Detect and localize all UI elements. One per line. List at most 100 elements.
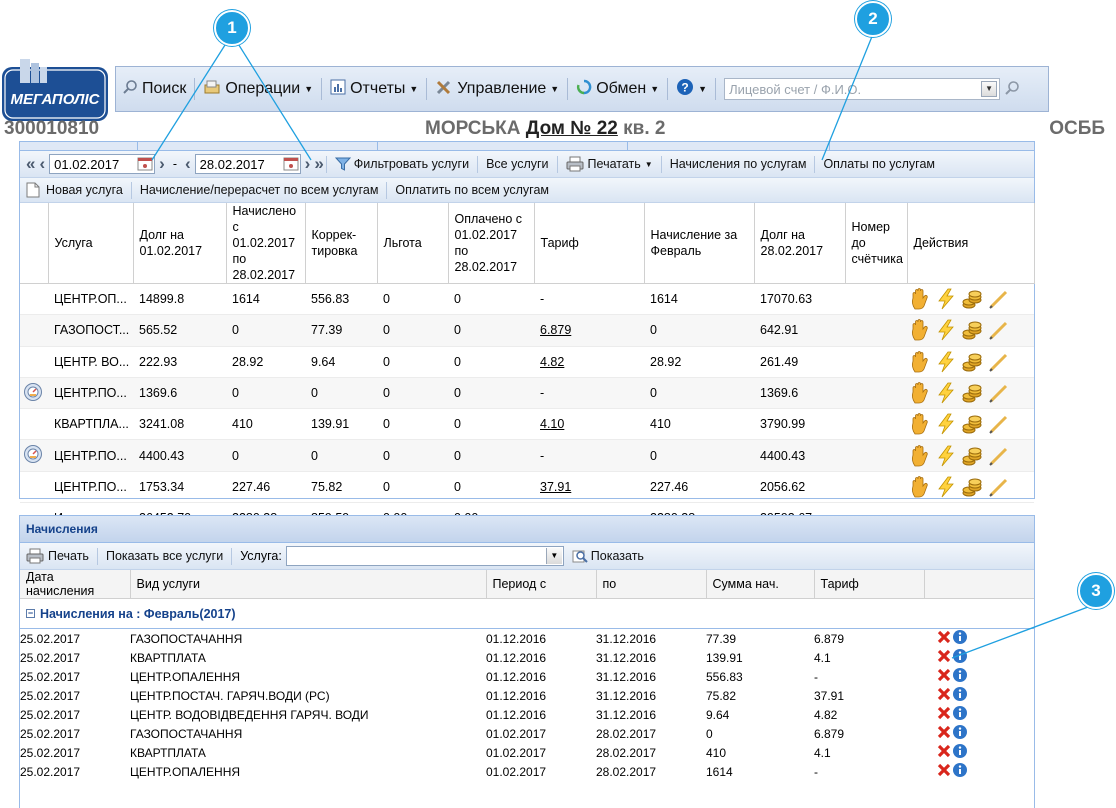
coins-icon[interactable] xyxy=(961,476,983,498)
delete-icon[interactable] xyxy=(936,648,952,667)
service-row[interactable]: ЦЕНТР. ВО... 222.93 28.92 9.64 0 0 4.82 28.92 26… xyxy=(20,346,1034,378)
pencil-icon[interactable] xyxy=(987,351,1009,373)
header-tariff[interactable]: Тариф xyxy=(534,203,645,284)
show-button[interactable]: Показать xyxy=(564,548,652,564)
header-debt-end[interactable]: Долг на 28.02.2017 xyxy=(754,203,846,284)
search-icon[interactable] xyxy=(1004,80,1020,99)
charge-row[interactable]: 25.02.2017 КВАРТПЛАТА 01.12.2016 31.12.2016… xyxy=(20,648,1034,667)
service-row[interactable]: ЦЕНТР.ПО... 1753.34 227.46 75.82 0 0 37.91 227.… xyxy=(20,471,1034,504)
lightning-icon[interactable] xyxy=(935,351,957,373)
header-sum[interactable]: Сумма нач. xyxy=(706,570,815,599)
charge-row[interactable]: 25.02.2017 ЦЕНТР. ВОДОВІДВЕДЕННЯ ГАРЯЧ. В… xyxy=(20,705,1034,724)
next-end-button[interactable]: › xyxy=(303,154,313,174)
all-services-button[interactable]: Все услуги xyxy=(478,157,556,171)
charge-row[interactable]: 25.02.2017 ЦЕНТР.ОПАЛЕННЯ 01.12.2016 31.12.… xyxy=(20,667,1034,686)
menu-management[interactable]: Управление ▼ xyxy=(429,74,565,104)
coins-icon[interactable] xyxy=(961,445,983,467)
cell-tariff[interactable]: 37.91 xyxy=(534,471,644,504)
charge-row[interactable]: 25.02.2017 ЦЕНТР.ОПАЛЕННЯ 01.02.2017 28.02.… xyxy=(20,762,1034,781)
charge-row[interactable]: 25.02.2017 ЦЕНТР.ПОСТАЧ. ГАРЯЧ.ВОДИ (РС) 0… xyxy=(20,686,1034,705)
header-charge-month[interactable]: Начисление за Февраль xyxy=(644,203,755,284)
calendar-icon[interactable] xyxy=(137,156,153,172)
charges-print-button[interactable]: Печать xyxy=(24,548,97,564)
header-period-from[interactable]: Период с xyxy=(486,570,597,599)
date-to-field[interactable]: 28.02.2017 xyxy=(194,154,301,174)
header-tariff[interactable]: Тариф xyxy=(814,570,925,599)
charge-row[interactable]: 25.02.2017 ГАЗОПОСТАЧАННЯ 01.02.2017 28.02.… xyxy=(20,724,1034,743)
payments-by-service-button[interactable]: Оплаты по услугам xyxy=(815,157,943,171)
pay-all-button[interactable]: Оплатить по всем услугам xyxy=(387,183,557,197)
header-meter[interactable]: Номер до счётчика xyxy=(845,203,908,284)
hand-icon[interactable] xyxy=(909,288,931,310)
service-row[interactable]: ЦЕНТР.ПО... 4400.43 0 0 0 0-0 4400.43 xyxy=(20,439,1034,472)
lightning-icon[interactable] xyxy=(935,445,957,467)
hand-icon[interactable] xyxy=(909,382,931,404)
delete-icon[interactable] xyxy=(936,667,952,686)
hand-icon[interactable] xyxy=(909,476,931,498)
print-menu-button[interactable]: Печатать ▼ xyxy=(558,156,661,172)
info-icon[interactable] xyxy=(952,629,968,648)
chevron-down-icon[interactable]: ▼ xyxy=(981,81,998,97)
lightning-icon[interactable] xyxy=(935,288,957,310)
header-period-to[interactable]: по xyxy=(596,570,707,599)
service-row[interactable]: ЦЕНТР.ПО... 1369.6 0 0 0 0-0 1369.6 xyxy=(20,377,1034,410)
lightning-icon[interactable] xyxy=(935,382,957,404)
coins-icon[interactable] xyxy=(961,413,983,435)
account-search-input[interactable]: Лицевой счет / Ф.И.О. ▼ xyxy=(724,78,1001,100)
info-icon[interactable] xyxy=(952,686,968,705)
info-icon[interactable] xyxy=(952,743,968,762)
coins-icon[interactable] xyxy=(961,288,983,310)
info-icon[interactable] xyxy=(952,705,968,724)
menu-help[interactable]: ? ▼ xyxy=(670,74,713,104)
show-all-services-button[interactable]: Показать все услуги xyxy=(98,549,231,563)
coins-icon[interactable] xyxy=(961,319,983,341)
hand-icon[interactable] xyxy=(909,350,931,373)
menu-exchange[interactable]: Обмен ▼ xyxy=(570,74,665,104)
tab-stub[interactable] xyxy=(20,142,138,150)
meter-icon[interactable] xyxy=(23,382,43,405)
tab-stub[interactable] xyxy=(378,142,628,150)
info-icon[interactable] xyxy=(952,667,968,686)
last-period-button[interactable]: » xyxy=(312,154,325,174)
coins-icon[interactable] xyxy=(961,382,983,404)
collapse-icon[interactable]: − xyxy=(26,609,35,618)
header-benefit[interactable]: Льгота xyxy=(377,203,449,284)
pencil-icon[interactable] xyxy=(987,382,1009,404)
filter-services-button[interactable]: Фильтровать услуги xyxy=(327,156,477,172)
service-row[interactable]: ЦЕНТР.ОП... 14899.8 1614 556.83 0 0-1614 17070… xyxy=(20,283,1034,316)
menu-operations[interactable]: Операции ▼ xyxy=(197,74,319,104)
delete-icon[interactable] xyxy=(936,762,952,781)
lightning-icon[interactable] xyxy=(935,476,957,498)
delete-icon[interactable] xyxy=(936,705,952,724)
first-period-button[interactable]: « xyxy=(24,154,37,174)
pencil-icon[interactable] xyxy=(987,319,1009,341)
header-paid[interactable]: Оплачено с 01.02.2017 по 28.02.2017 xyxy=(448,203,535,284)
delete-icon[interactable] xyxy=(936,629,952,648)
hand-icon[interactable] xyxy=(909,444,931,467)
prev-period-button[interactable]: ‹ xyxy=(37,154,47,174)
calendar-icon[interactable] xyxy=(283,156,299,172)
tab-stub[interactable] xyxy=(138,142,378,150)
date-from-field[interactable]: 01.02.2017 xyxy=(49,154,156,174)
menu-reports[interactable]: Отчеты ▼ xyxy=(324,74,424,104)
header-service[interactable]: Услуга xyxy=(48,203,134,284)
next-period-button[interactable]: › xyxy=(157,154,167,174)
delete-icon[interactable] xyxy=(936,724,952,743)
info-icon[interactable] xyxy=(952,762,968,781)
prev-end-button[interactable]: ‹ xyxy=(183,154,193,174)
charge-row[interactable]: 25.02.2017 КВАРТПЛАТА 01.02.2017 28.02.2017… xyxy=(20,743,1034,762)
menu-search[interactable]: Поиск xyxy=(116,74,192,104)
header-service-kind[interactable]: Вид услуги xyxy=(130,570,487,599)
lightning-icon[interactable] xyxy=(935,413,957,435)
cell-tariff[interactable]: 6.879 xyxy=(534,314,644,347)
delete-icon[interactable] xyxy=(936,686,952,705)
header-charged[interactable]: Начислено с 01.02.2017 по 28.02.2017 xyxy=(226,203,306,284)
pencil-icon[interactable] xyxy=(987,476,1009,498)
recalc-all-button[interactable]: Начисление/перерасчет по всем услугам xyxy=(132,183,387,197)
cell-tariff[interactable]: 4.10 xyxy=(534,408,644,441)
coins-icon[interactable] xyxy=(961,351,983,373)
pencil-icon[interactable] xyxy=(987,413,1009,435)
meter-icon[interactable] xyxy=(23,445,43,467)
pencil-icon[interactable] xyxy=(987,445,1009,467)
service-row[interactable]: КВАРТПЛА... 3241.08 410 139.91 0 0 4.10 410 3790… xyxy=(20,408,1034,441)
